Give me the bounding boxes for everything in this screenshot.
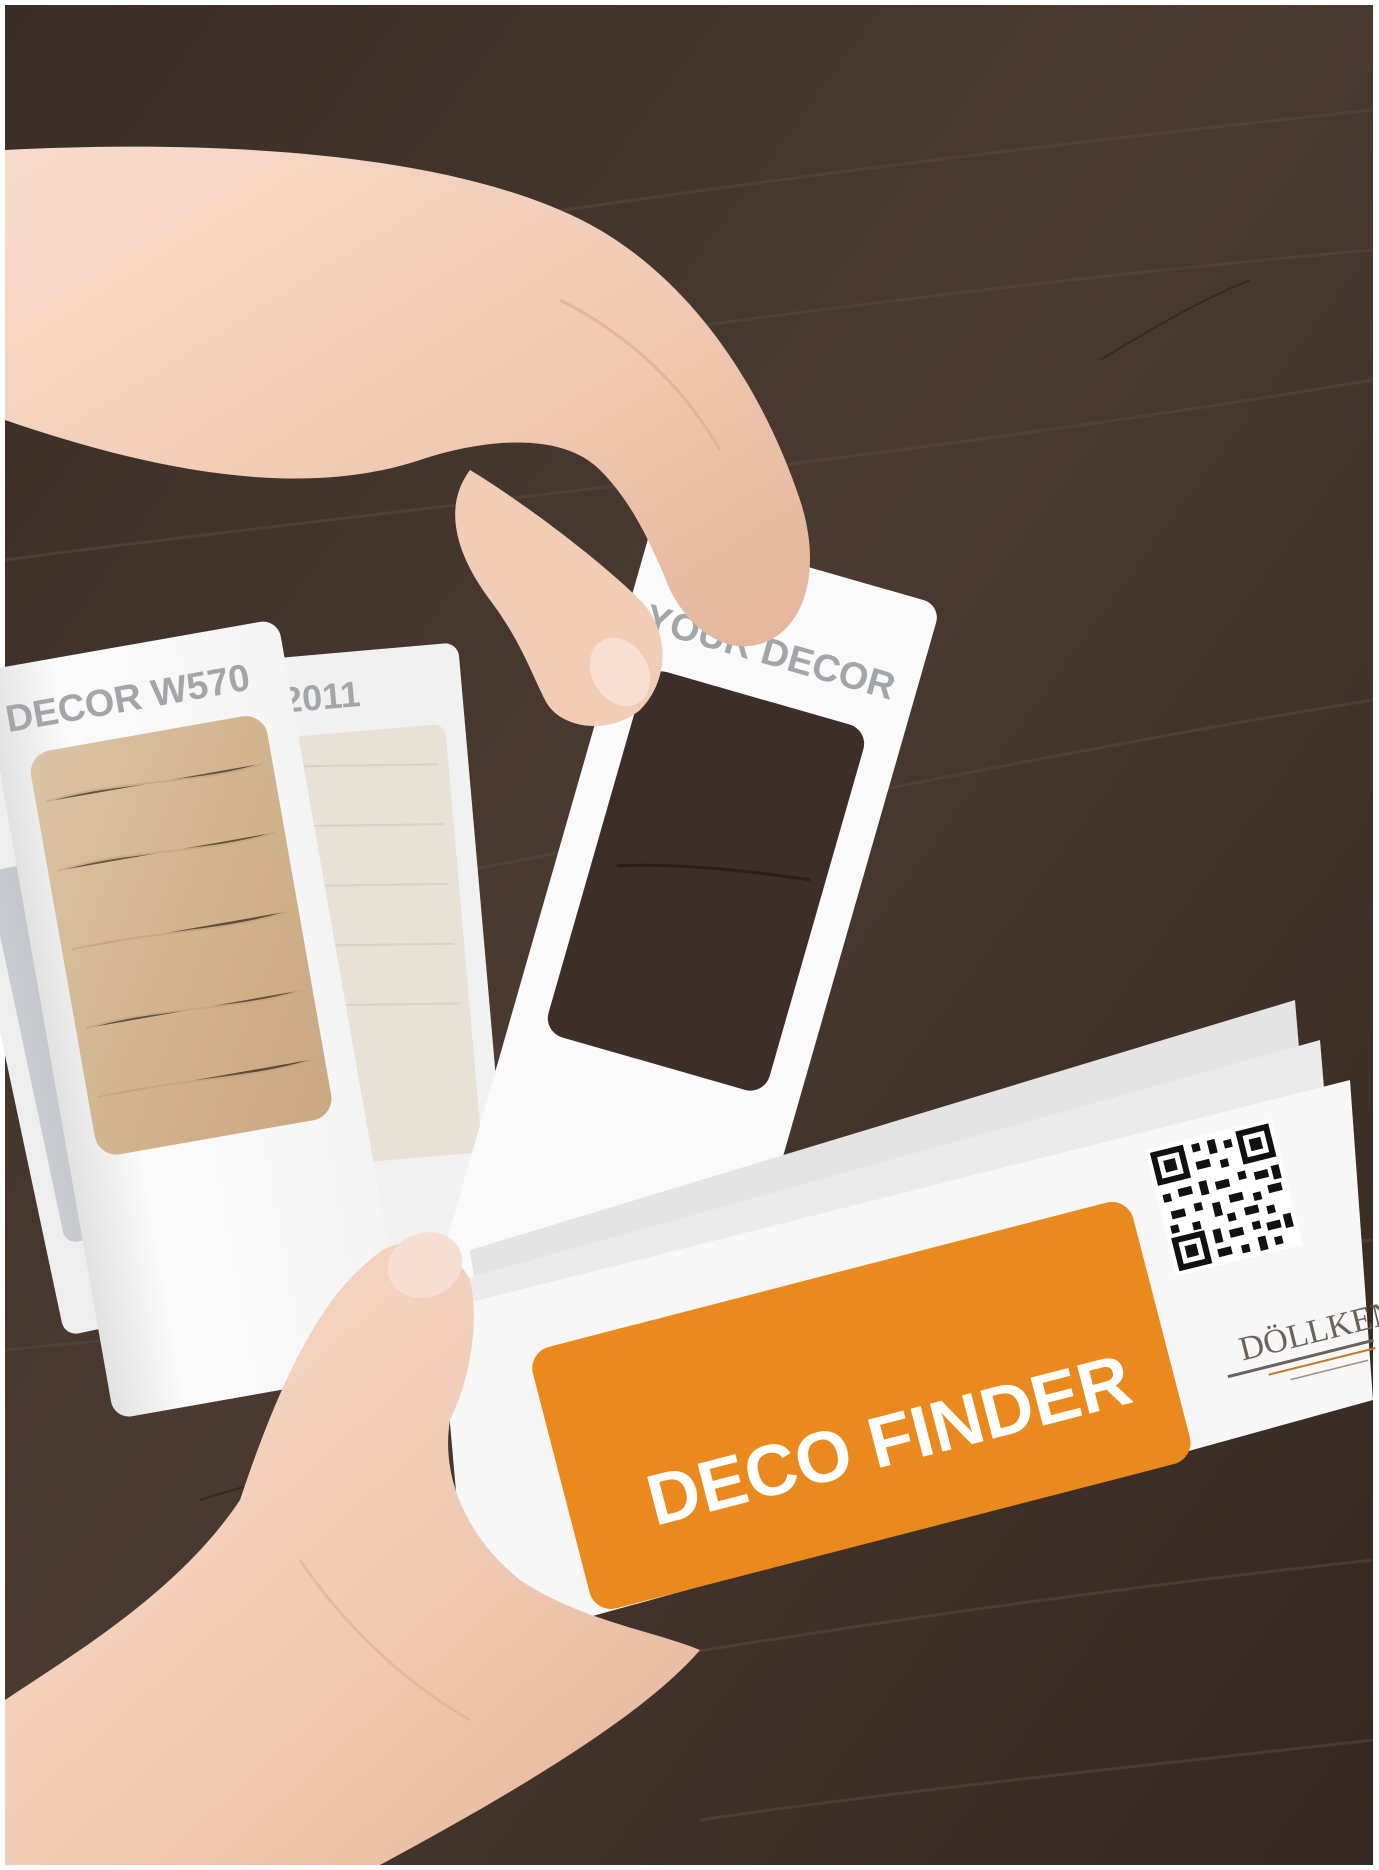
photo-illustration: 2011 DECOR W570 YOUR DECOR DECO FINDER D… — [0, 0, 1379, 1870]
photo-scene: 2011 DECOR W570 YOUR DECOR DECO FINDER D… — [0, 0, 1379, 1870]
